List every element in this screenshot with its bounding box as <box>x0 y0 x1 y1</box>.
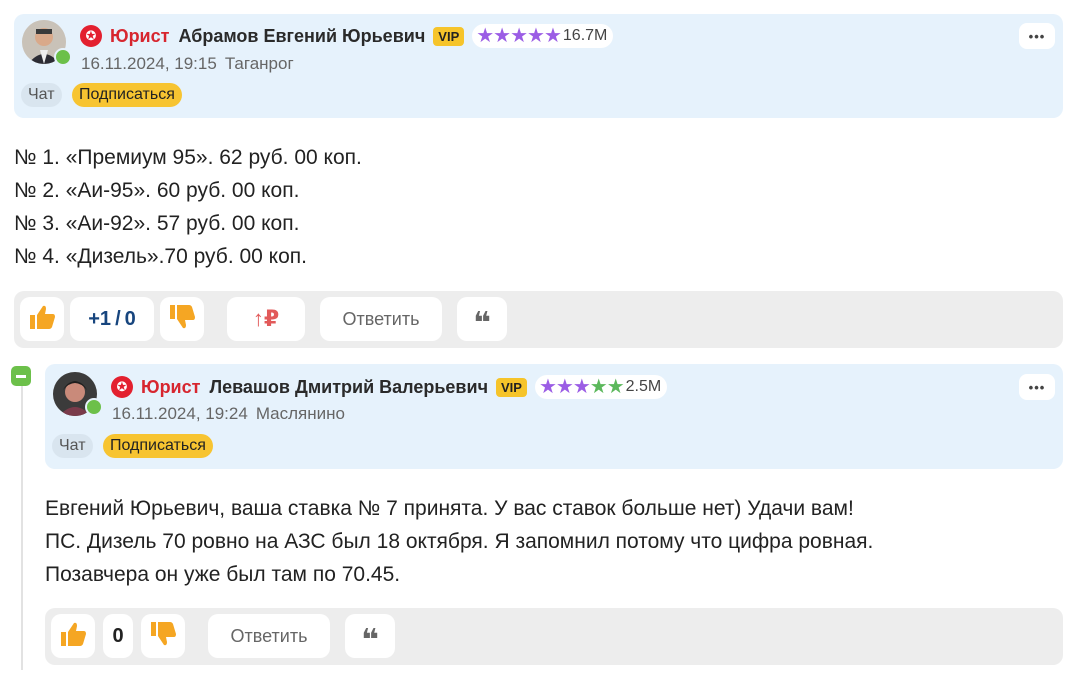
thumbs-down-icon <box>149 621 177 651</box>
vip-badge: VIP <box>496 377 527 397</box>
body-line: Позавчера он уже был там по 70.45. <box>45 563 401 586</box>
comment-header: ✪ Юрист Левашов Дмитрий Валерьевич VIP ★… <box>45 364 1063 469</box>
more-options-button[interactable]: ••• <box>1019 374 1055 400</box>
rating-stars-icon: ★★★★★ <box>538 376 625 398</box>
online-indicator <box>85 398 103 416</box>
comment-body: Евгений Юрьевич, ваша ставка № 7 принята… <box>45 492 873 591</box>
post-date: 16.11.2024, 19:24 <box>112 404 248 423</box>
vote-score: 0 <box>103 614 133 658</box>
quote-button[interactable]: ❝ <box>345 614 395 658</box>
body-line: ПС. Дизель 70 ровно на АЗС был 18 октябр… <box>45 530 874 553</box>
rating-badge: ★★★★★ 2.5M <box>534 375 668 399</box>
more-dots-icon: ••• <box>1028 379 1046 395</box>
chat-button[interactable]: Чат <box>52 434 93 458</box>
score-value: 0 <box>112 624 124 647</box>
comment-actions-bar: 0 Ответить ❝ <box>45 608 1063 665</box>
comment-post-2: ✪ Юрист Левашов Дмитрий Валерьевич VIP ★… <box>0 0 1073 682</box>
reply-button[interactable]: Ответить <box>208 614 330 658</box>
author-name[interactable]: Левашов Дмитрий Валерьевич <box>209 377 488 398</box>
like-button[interactable] <box>51 614 95 658</box>
quote-icon: ❝ <box>361 624 379 657</box>
reply-label: Ответить <box>230 625 308 646</box>
thumbs-up-icon <box>59 621 87 651</box>
author-role: Юрист <box>141 376 201 397</box>
dislike-button[interactable] <box>141 614 185 658</box>
body-line: Евгений Юрьевич, ваша ставка № 7 принята… <box>45 497 854 520</box>
lawyer-badge-icon: ✪ <box>111 376 133 398</box>
rating-value: 2.5M <box>625 378 662 395</box>
author-city: Маслянино <box>255 404 345 423</box>
subscribe-button[interactable]: Подписаться <box>103 434 213 458</box>
